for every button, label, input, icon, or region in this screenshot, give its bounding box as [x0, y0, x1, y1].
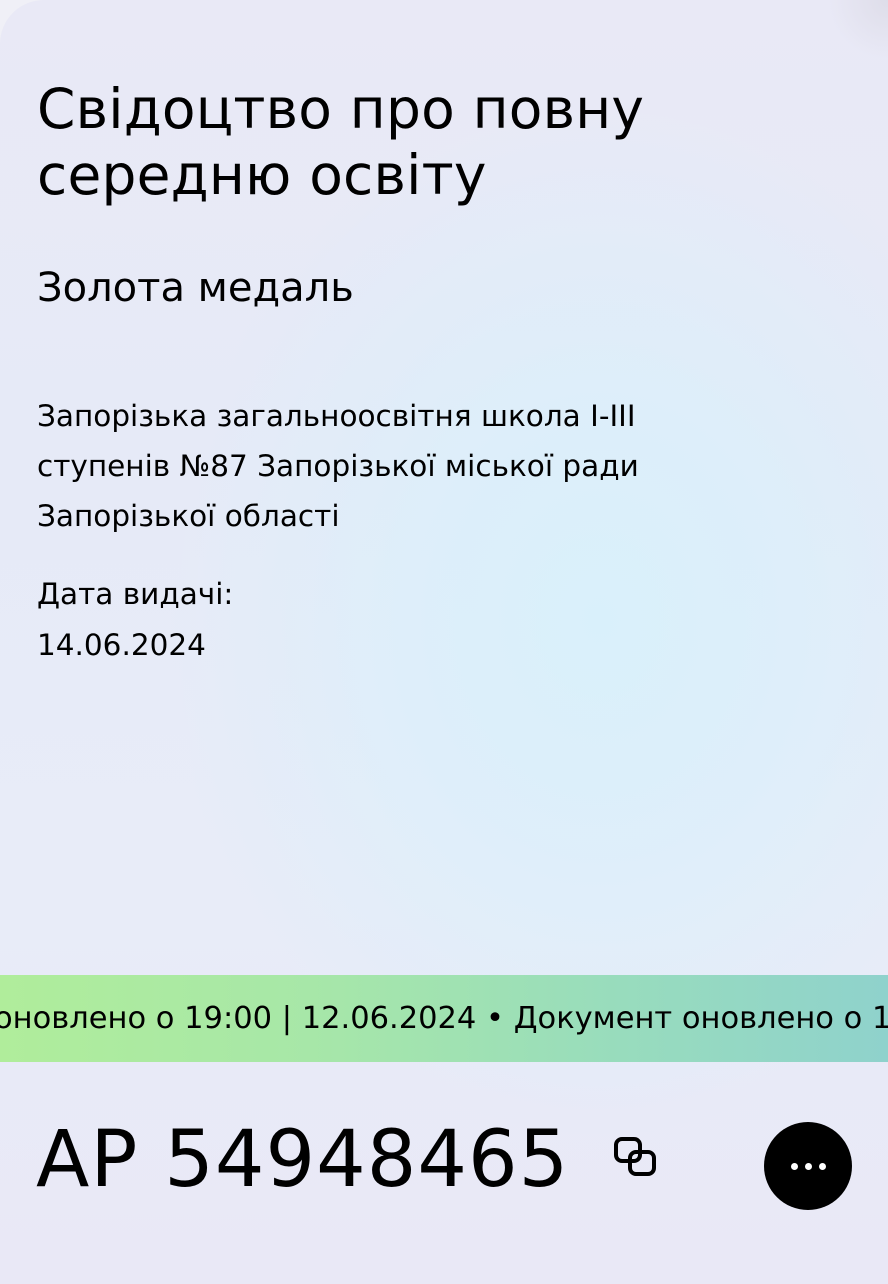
more-dots-icon [790, 1162, 826, 1170]
document-number: АР 54948465 [36, 1115, 570, 1205]
corner-shade [828, 0, 888, 60]
more-options-button[interactable] [764, 1122, 852, 1210]
issue-date-value: 14.06.2024 [37, 628, 206, 662]
document-title: Свідоцтво про повну середню освіту [37, 77, 645, 207]
update-ticker: оновлено о 19:00 | 12.06.2024 • Документ… [0, 975, 888, 1062]
document-card: Свідоцтво про повну середню освіту Золот… [0, 0, 888, 1284]
award-label: Золота медаль [37, 265, 354, 311]
copy-icon[interactable] [612, 1135, 662, 1181]
school-name: Запорізька загальноосвітня школа І-ІІІ с… [37, 399, 639, 533]
ticker-text: оновлено о 19:00 | 12.06.2024 • Документ… [0, 1001, 888, 1036]
issue-date-label: Дата видачі: [37, 577, 234, 611]
